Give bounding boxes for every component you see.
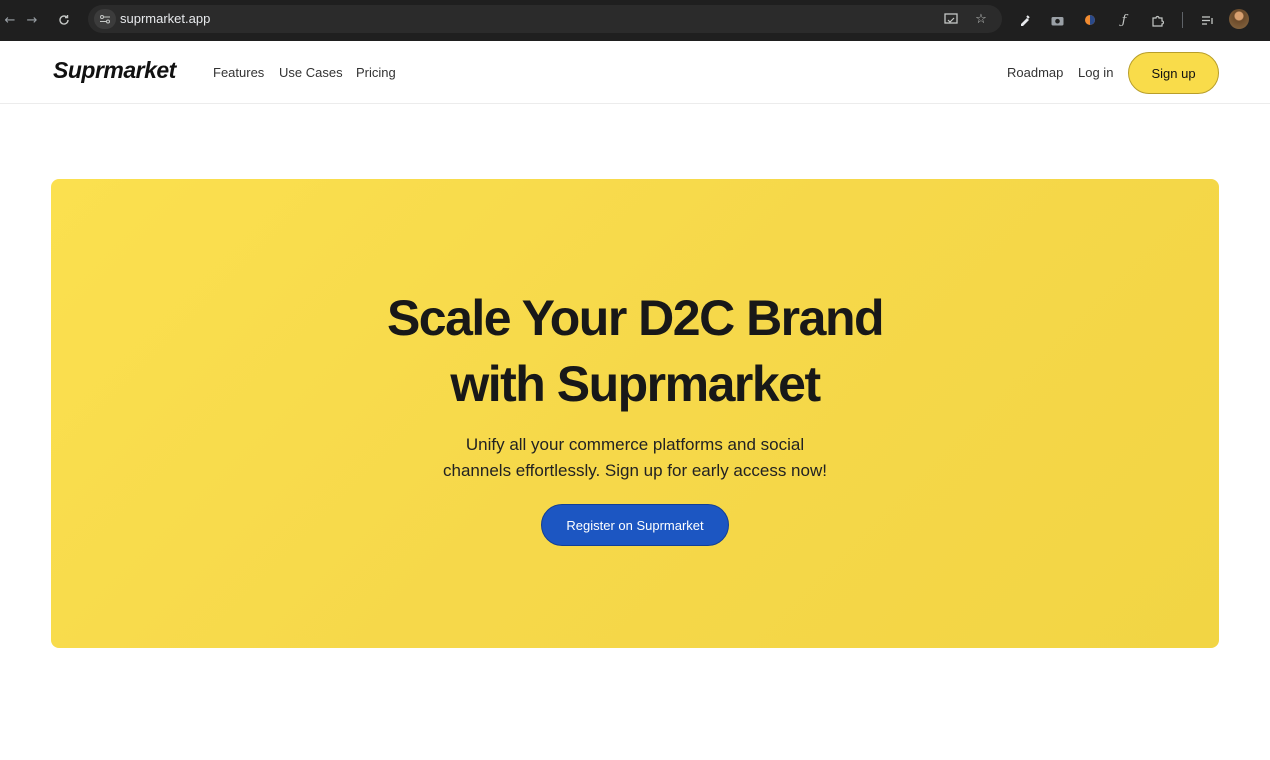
nav-pricing[interactable]: Pricing: [356, 65, 396, 80]
hero-title-line-2: with Suprmarket: [450, 356, 821, 412]
star-icon[interactable]: ☆: [972, 11, 990, 27]
site-header: Suprmarket Features Use Cases Pricing Ro…: [0, 41, 1270, 104]
site-settings-icon[interactable]: [94, 9, 116, 29]
url-text[interactable]: suprmarket.app: [120, 11, 210, 26]
hero-subtitle-line-2: channels effortlessly. Sign up for early…: [443, 461, 827, 480]
forward-arrow-icon[interactable]: →: [22, 10, 42, 30]
nav-use-cases[interactable]: Use Cases: [279, 65, 343, 80]
nav-roadmap[interactable]: Roadmap: [1007, 65, 1063, 80]
hero-section: Scale Your D2C Brand with Suprmarket Uni…: [51, 179, 1219, 648]
hero-subtitle-line-1: Unify all your commerce platforms and so…: [465, 435, 805, 454]
reload-icon[interactable]: [54, 10, 74, 30]
eyedropper-icon[interactable]: [1015, 10, 1035, 30]
half-moon-icon[interactable]: [1080, 10, 1100, 30]
avatar[interactable]: [1229, 9, 1249, 29]
back-arrow-icon[interactable]: ←: [0, 10, 20, 30]
cast-icon[interactable]: [942, 11, 960, 27]
address-bar[interactable]: suprmarket.app ☆: [88, 5, 1002, 33]
register-button[interactable]: Register on Suprmarket: [541, 504, 729, 546]
hero-title-line-1: Scale Your D2C Brand: [386, 290, 885, 346]
camera-icon[interactable]: [1047, 10, 1067, 30]
puzzle-icon[interactable]: [1147, 10, 1167, 30]
toolbar-divider: [1182, 12, 1183, 28]
signup-button[interactable]: Sign up: [1128, 52, 1219, 94]
browser-toolbar: ← → suprmarket.app ☆ ƒ: [0, 0, 1270, 41]
logo[interactable]: Suprmarket: [53, 57, 176, 84]
nav-features[interactable]: Features: [213, 65, 264, 80]
login-link[interactable]: Log in: [1078, 65, 1113, 80]
font-icon[interactable]: ƒ: [1114, 10, 1134, 30]
reading-list-icon[interactable]: [1197, 10, 1217, 30]
